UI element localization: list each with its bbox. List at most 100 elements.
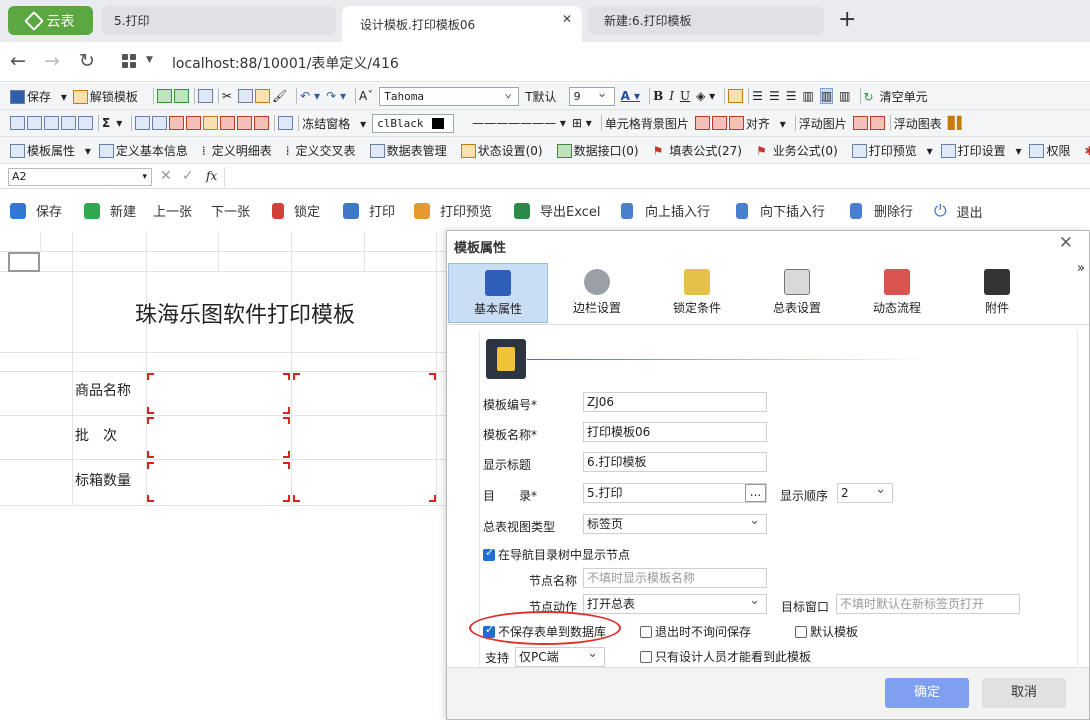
save-tool[interactable]: 保存 ▾	[10, 88, 67, 105]
align-center-icon[interactable]: ☰	[769, 89, 780, 103]
redo-icon[interactable]: ↷ ▾	[326, 89, 346, 103]
action-next-button[interactable]: 下一张	[211, 201, 250, 220]
fill-color-icon[interactable]: ◈ ▾	[696, 89, 715, 103]
new-tab-icon[interactable]: +	[838, 7, 856, 32]
chart-icon[interactable]: ▊▌	[948, 116, 966, 130]
fx-icon[interactable]: fx	[206, 169, 217, 183]
close-icon[interactable]: ✕	[1059, 233, 1073, 253]
action-insert-above-button[interactable]: 向上插入行	[621, 201, 710, 220]
node-name-input[interactable]: 不填时显示模板名称	[583, 568, 767, 588]
cut-icon[interactable]: ✂	[222, 89, 232, 103]
no-save-checkbox[interactable]: 不保存表单到数据库	[483, 623, 606, 640]
grid2-icon[interactable]	[27, 116, 42, 130]
ok-button[interactable]: 确定	[885, 678, 969, 708]
selected-cell[interactable]	[8, 252, 40, 272]
align-left-icon[interactable]: ☰	[752, 89, 763, 103]
tab-design-template[interactable]: 设计模板.打印模板06 ✕	[342, 6, 582, 42]
freeze-tool[interactable]: 冻结窗格 ▾	[302, 115, 366, 132]
action-exit-button[interactable]: ⏻ 退出	[934, 201, 983, 221]
datatable-tool[interactable]: 数据表管理	[369, 142, 453, 159]
bg-icon[interactable]	[694, 116, 710, 130]
define-cross-tool[interactable]: ⁞ 定义交叉表	[286, 142, 362, 159]
action-export-excel-button[interactable]: 导出Excel	[514, 201, 600, 220]
back-icon[interactable]: ←	[10, 50, 26, 72]
permission-tool[interactable]: 权限	[1029, 142, 1076, 159]
grid5-icon[interactable]	[78, 116, 93, 130]
table8-icon[interactable]	[254, 116, 270, 130]
lock-cell-icon[interactable]	[728, 89, 744, 103]
font-color-icon[interactable]: A ▾	[621, 89, 641, 103]
grid-icon[interactable]	[10, 116, 25, 130]
brush-icon[interactable]: 🖌	[272, 89, 287, 103]
tab-attachment[interactable]: 附件	[947, 263, 1047, 323]
apps-icon[interactable]	[122, 54, 138, 70]
target-window-input[interactable]: 不填时默认在新标签页打开	[836, 594, 1020, 614]
show-in-nav-checkbox[interactable]: 在导航目录树中显示节点	[483, 546, 630, 563]
node-action-select[interactable]: 打开总表	[583, 592, 767, 614]
tab-summary[interactable]: 总表设置	[747, 263, 847, 323]
default-template-checkbox[interactable]: 默认模板	[795, 623, 858, 640]
sigma-button[interactable]: Σ	[102, 116, 110, 130]
action-lock-button[interactable]: 锁定	[272, 201, 320, 220]
table2-icon[interactable]	[152, 116, 168, 130]
status-tool[interactable]: 状态设置(0)	[460, 142, 549, 159]
table3-icon[interactable]	[169, 116, 185, 130]
table7-icon[interactable]	[237, 116, 253, 130]
table6-icon[interactable]	[220, 116, 236, 130]
name-input[interactable]: 打印模板06	[583, 422, 767, 442]
align-right-icon[interactable]: ☰	[786, 89, 797, 103]
action-delete-row-button[interactable]: 删除行	[850, 201, 913, 220]
img2-icon[interactable]	[869, 116, 885, 130]
spreadsheet[interactable]: 珠海乐图软件打印模板 商品名称 批 次 标箱数量	[0, 231, 446, 720]
table4-icon[interactable]	[186, 116, 202, 130]
table-icon[interactable]	[135, 116, 151, 130]
no-ask-checkbox[interactable]: 退出时不询问保存	[640, 623, 751, 640]
view-type-select[interactable]: 标签页	[583, 512, 767, 534]
action-preview-button[interactable]: 打印预览	[414, 201, 492, 220]
cancel-button[interactable]: 取消	[982, 678, 1066, 708]
biz-formula-tool[interactable]: ⚑ 业务公式(0)	[756, 142, 844, 159]
paste-icon[interactable]	[254, 89, 270, 103]
debug-tool[interactable]: ✱调	[1084, 142, 1090, 159]
align-tool[interactable]: 对齐 ▾	[746, 115, 786, 132]
order-select[interactable]: 2	[837, 481, 893, 503]
designer-only-checkbox[interactable]: 只有设计人员才能看到此模板	[640, 648, 811, 665]
close-tab-icon[interactable]: ✕	[562, 12, 572, 26]
tab-new-template[interactable]: 新建:6.打印模板	[588, 6, 824, 35]
tab-basic[interactable]: 基本属性	[448, 263, 548, 323]
grid4-icon[interactable]	[61, 116, 76, 130]
display-title-input[interactable]: 6.打印模板	[583, 452, 767, 472]
tab-flow[interactable]: 动态流程	[847, 263, 947, 323]
confirm-icon[interactable]: ✓	[182, 168, 194, 184]
tab-print[interactable]: 5.打印	[102, 6, 336, 35]
table5-icon[interactable]	[203, 116, 219, 130]
apps-dropdown-icon[interactable]: ▼	[146, 55, 153, 65]
barcode2-icon[interactable]: ▥	[839, 89, 850, 103]
barcode-active-icon[interactable]: ▥	[819, 88, 834, 104]
font-size-select[interactable]: 9	[568, 85, 615, 106]
brand-button[interactable]: 云表	[8, 6, 93, 35]
border-icon[interactable]: ⊞ ▾	[572, 116, 592, 130]
reload-icon[interactable]: ↻	[79, 50, 95, 72]
img-icon[interactable]	[852, 116, 868, 130]
define-basic-tool[interactable]: 定义基本信息	[98, 142, 194, 159]
define-detail-tool[interactable]: ⁞ 定义明细表	[202, 142, 278, 159]
code-input[interactable]: ZJ06	[583, 392, 767, 412]
template-props-tool[interactable]: 模板属性 ▾	[10, 142, 91, 159]
tab-lock[interactable]: 锁定条件	[647, 263, 747, 323]
import-icon[interactable]	[173, 89, 189, 103]
action-insert-below-button[interactable]: 向下插入行	[736, 201, 825, 220]
bg2-icon[interactable]	[711, 116, 727, 130]
copy-icon[interactable]	[237, 89, 253, 103]
undo-icon[interactable]: ↶ ▾	[300, 89, 320, 103]
action-print-button[interactable]: 打印	[343, 201, 395, 220]
merge-icon[interactable]	[278, 116, 294, 130]
font-name-select[interactable]: Tahoma	[379, 85, 520, 106]
cancel-icon[interactable]: ✕	[160, 168, 172, 184]
grid3-icon[interactable]	[44, 116, 59, 130]
action-new-button[interactable]: 新建	[84, 201, 136, 220]
url-text[interactable]: localhost:88/10001/表单定义/416	[172, 53, 399, 73]
barcode-icon[interactable]: ▥	[802, 89, 813, 103]
float-chart-button[interactable]: 浮动图表	[894, 115, 942, 132]
action-save-button[interactable]: 保存	[10, 201, 62, 220]
